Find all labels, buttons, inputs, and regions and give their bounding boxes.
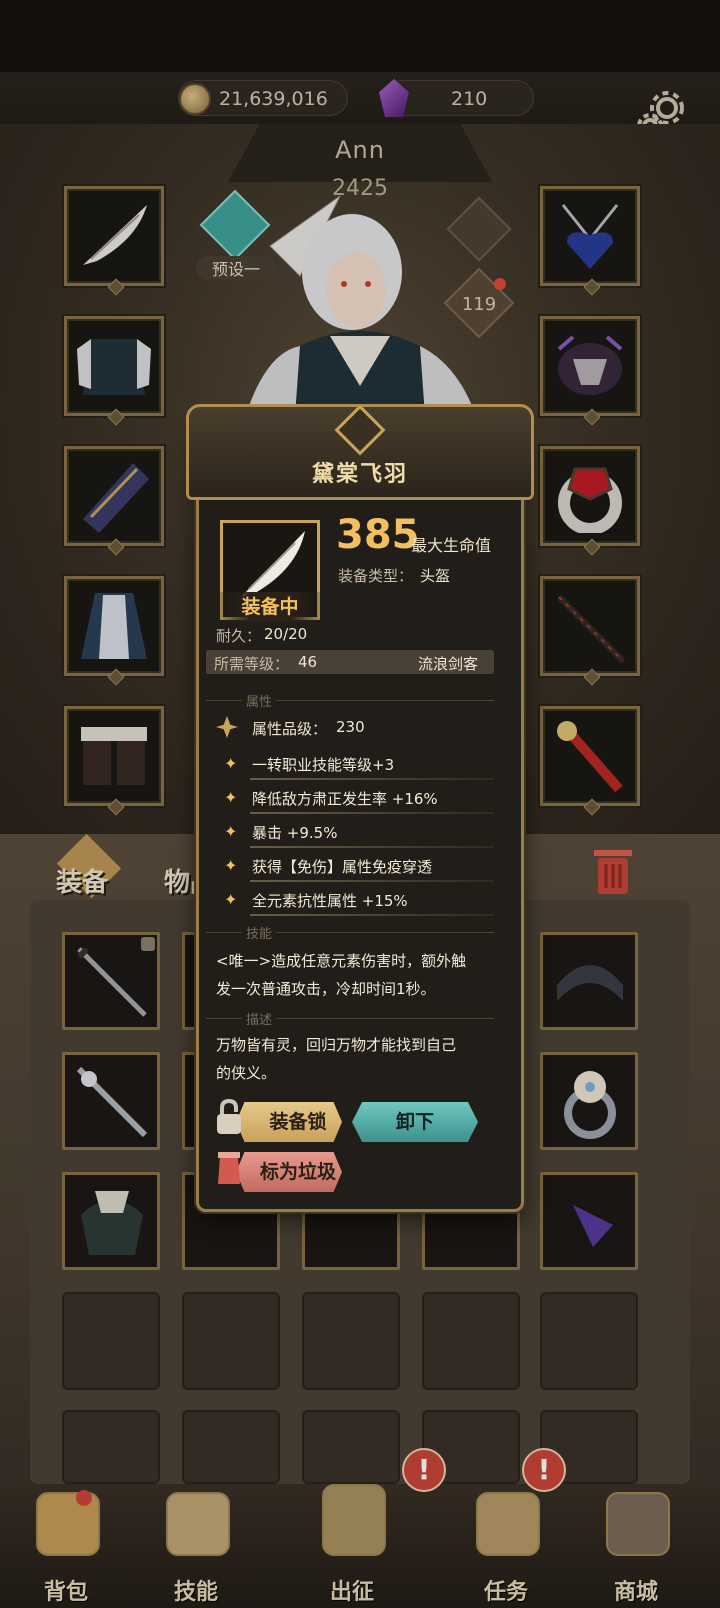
lantern-trash-icon xyxy=(214,1150,244,1190)
attribute-underline xyxy=(250,812,494,814)
attribute-underline xyxy=(250,846,494,848)
mark-trash-label: 标为垃圾 xyxy=(259,1161,336,1183)
attr-quality-label: 属性品级： xyxy=(252,720,328,738)
main-stat-value: 385 xyxy=(336,512,420,558)
class-requirement: 流浪剑客 xyxy=(418,655,479,673)
level-req-value: 46 xyxy=(298,653,318,671)
equip-type-label: 装备类型： xyxy=(338,567,414,585)
item-title: 黛棠飞羽 xyxy=(311,462,408,487)
unequip-label: 卸下 xyxy=(395,1111,434,1133)
durability-value: 20/20 xyxy=(264,625,308,643)
unequip-button[interactable]: 卸下 xyxy=(352,1102,478,1142)
attribute-underline xyxy=(250,778,494,780)
star-icon: ✦ xyxy=(224,754,238,773)
star-icon: ✦ xyxy=(224,856,238,875)
attribute-text: 暴击 +9.5% xyxy=(252,824,338,842)
skill-description-line2: 发一次普通攻击，冷却时间1秒。 xyxy=(216,980,436,998)
attribute-row: ✦ 一转职业技能等级+3 xyxy=(220,752,494,780)
level-req-label: 所需等级： xyxy=(214,655,290,673)
attribute-row: ✦ 暴击 +9.5% xyxy=(220,820,494,848)
flavor-text-line2: 的侠义。 xyxy=(216,1064,277,1082)
attribute-text: 降低敌方肃正发生率 +16% xyxy=(252,790,438,808)
attribute-underline xyxy=(250,880,494,882)
equip-lock-button[interactable]: 装备锁 xyxy=(236,1102,342,1142)
attribute-underline xyxy=(250,914,494,916)
flavor-text-line1: 万物皆有灵，回归万物才能找到自己 xyxy=(216,1036,457,1054)
star-icon: ✦ xyxy=(224,788,238,807)
durability-label: 耐久： xyxy=(216,627,262,645)
attribute-text: 获得【免伤】属性免疫穿透 xyxy=(252,858,433,876)
feather-helm-icon xyxy=(241,531,305,597)
attribute-text: 全元素抗性属性 +15% xyxy=(252,892,408,910)
equip-lock-label: 装备锁 xyxy=(269,1111,327,1133)
mark-trash-button[interactable]: 标为垃圾 xyxy=(236,1152,342,1192)
skill-description-line1: <唯一>造成任意元素伤害时，额外触 xyxy=(216,952,467,970)
star-icon: ✦ xyxy=(224,890,238,909)
section-desc-label: 描述 xyxy=(242,1009,277,1028)
section-skill-label: 技能 xyxy=(242,923,277,942)
padlock-icon xyxy=(214,1098,244,1138)
main-stat-label: 最大生命值 xyxy=(411,536,492,555)
equipped-label: 装备中 xyxy=(220,592,320,622)
star-icon: ✦ xyxy=(224,822,238,841)
attribute-row: ✦ 降低敌方肃正发生率 +16% xyxy=(220,786,494,814)
attribute-row: ✦ 获得【免伤】属性免疫穿透 xyxy=(220,854,494,882)
section-attr-label: 属性 xyxy=(242,691,277,710)
equip-type-value: 头盔 xyxy=(420,567,451,585)
attr-quality-value: 230 xyxy=(336,718,365,736)
attribute-text: 一转职业技能等级+3 xyxy=(252,756,395,774)
attribute-row: ✦ 全元素抗性属性 +15% xyxy=(220,888,494,916)
